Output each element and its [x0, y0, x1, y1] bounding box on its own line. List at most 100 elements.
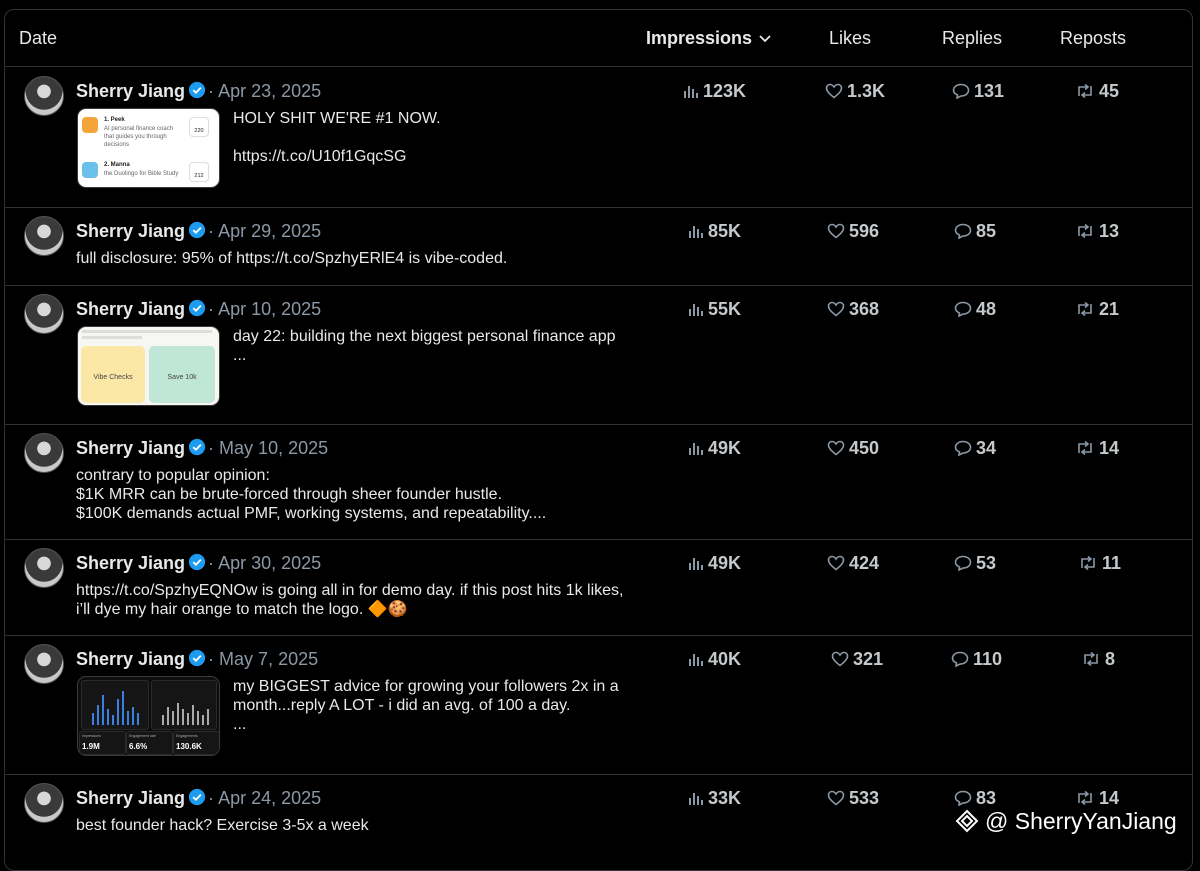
- post-date: · May 7, 2025: [208, 649, 319, 669]
- column-header-reposts[interactable]: Reposts: [1060, 28, 1126, 49]
- column-header-impressions[interactable]: Impressions: [646, 28, 772, 49]
- author-name[interactable]: Sherry Jiang: [76, 788, 185, 808]
- likes-metric[interactable]: 1.3K: [825, 81, 885, 102]
- analytics-table: Date Impressions Likes Replies Reposts S…: [4, 9, 1193, 871]
- bar-chart-icon: [689, 443, 703, 455]
- verified-badge-icon: [188, 553, 206, 571]
- impressions-metric[interactable]: 85K: [688, 221, 741, 242]
- post-date: · Apr 10, 2025: [208, 299, 322, 319]
- table-row[interactable]: Sherry Jiang · Apr 23, 2025 1. Peek AI pe…: [5, 67, 1192, 208]
- post-text[interactable]: HOLY SHIT WE'RE #1 NOW. https://t.co/U10…: [233, 109, 653, 166]
- bar-chart-icon: [689, 226, 703, 238]
- likes-metric[interactable]: 533: [827, 788, 879, 809]
- card-vibe-checks: Vibe Checks: [81, 346, 145, 403]
- card-save-10k: Save 10k: [149, 346, 215, 403]
- avatar[interactable]: [24, 783, 64, 823]
- post-image-thumbnail[interactable]: 1. Peek AI personal finance coach that g…: [77, 108, 220, 188]
- reposts-metric[interactable]: 8: [1081, 649, 1115, 670]
- replies-metric[interactable]: 34: [954, 438, 996, 459]
- column-header-likes[interactable]: Likes: [829, 28, 871, 49]
- table-row[interactable]: Sherry Jiang · Apr 30, 2025 https://t.co/…: [5, 539, 1192, 636]
- post-text[interactable]: https://t.co/SpzhyEQNOw is going all in …: [76, 581, 636, 619]
- verified-badge-icon: [188, 788, 206, 806]
- author-name[interactable]: Sherry Jiang: [76, 299, 185, 319]
- post-text[interactable]: my BIGGEST advice for growing your follo…: [233, 677, 653, 734]
- post-text[interactable]: day 22: building the next biggest person…: [233, 327, 653, 365]
- replies-metric[interactable]: 110: [951, 649, 1002, 670]
- verified-badge-icon: [188, 81, 206, 99]
- avatar[interactable]: [24, 76, 64, 116]
- impressions-metric[interactable]: 40K: [688, 649, 741, 670]
- impressions-metric[interactable]: 123K: [683, 81, 746, 102]
- chart-pane: [81, 680, 149, 730]
- author-name[interactable]: Sherry Jiang: [76, 438, 185, 458]
- table-row[interactable]: Sherry Jiang · May 7, 2025 Impressions 1.…: [5, 635, 1192, 775]
- repost-icon: [1078, 301, 1092, 317]
- post-date: · Apr 23, 2025: [208, 81, 322, 101]
- impressions-metric[interactable]: 49K: [688, 438, 741, 459]
- avatar[interactable]: [24, 216, 64, 256]
- reposts-metric[interactable]: 21: [1075, 299, 1119, 320]
- watermark: @ SherryYanJiang: [955, 808, 1177, 835]
- verified-badge-icon: [188, 299, 206, 317]
- avatar[interactable]: [24, 294, 64, 334]
- table-row[interactable]: Sherry Jiang · Apr 10, 2025 Vibe Checks S…: [5, 285, 1192, 425]
- verified-badge-icon: [188, 649, 206, 667]
- heart-icon: [825, 83, 843, 99]
- replies-metric[interactable]: 131: [952, 81, 1004, 102]
- repost-icon: [1081, 555, 1095, 571]
- impressions-metric[interactable]: 55K: [688, 299, 741, 320]
- stat-card: Engagements 130.6K: [173, 731, 219, 755]
- bar-chart-icon: [689, 793, 703, 805]
- author-name[interactable]: Sherry Jiang: [76, 649, 185, 669]
- column-header-replies[interactable]: Replies: [942, 28, 1002, 49]
- replies-metric[interactable]: 48: [954, 299, 996, 320]
- author-name[interactable]: Sherry Jiang: [76, 221, 185, 241]
- post-text[interactable]: full disclosure: 95% of https://t.co/Spz…: [76, 249, 636, 268]
- replies-metric[interactable]: 85: [954, 221, 996, 242]
- likes-metric[interactable]: 424: [827, 553, 879, 574]
- reply-icon: [954, 223, 972, 240]
- heart-icon: [827, 555, 845, 571]
- likes-metric[interactable]: 596: [827, 221, 879, 242]
- reposts-metric[interactable]: 11: [1078, 553, 1121, 574]
- post-text[interactable]: best founder hack? Exercise 3-5x a week: [76, 816, 636, 835]
- table-row[interactable]: Sherry Jiang · Apr 29, 2025 full disclosu…: [5, 207, 1192, 286]
- likes-metric[interactable]: 450: [827, 438, 879, 459]
- chevron-down-icon: [759, 35, 771, 43]
- repost-icon: [1078, 223, 1092, 239]
- post-image-thumbnail[interactable]: Vibe Checks Save 10k: [77, 326, 220, 406]
- reposts-metric[interactable]: 45: [1075, 81, 1119, 102]
- column-header-date[interactable]: Date: [19, 28, 57, 49]
- likes-metric[interactable]: 368: [827, 299, 879, 320]
- likes-metric[interactable]: 321: [831, 649, 883, 670]
- replies-metric[interactable]: 53: [954, 553, 996, 574]
- table-row[interactable]: Sherry Jiang · May 10, 2025 contrary to p…: [5, 424, 1192, 540]
- impressions-metric[interactable]: 49K: [688, 553, 741, 574]
- heart-icon: [831, 651, 849, 667]
- reposts-metric[interactable]: 14: [1075, 438, 1119, 459]
- post-text[interactable]: contrary to popular opinion: $1K MRR can…: [76, 466, 636, 523]
- post-date: · Apr 24, 2025: [208, 788, 322, 808]
- reply-icon: [952, 83, 970, 100]
- reposts-metric[interactable]: 13: [1075, 221, 1119, 242]
- avatar[interactable]: [24, 548, 64, 588]
- reposts-metric[interactable]: 14: [1075, 788, 1119, 809]
- avatar[interactable]: [24, 433, 64, 473]
- reply-icon: [954, 440, 972, 457]
- author-name[interactable]: Sherry Jiang: [76, 553, 185, 573]
- replies-metric[interactable]: 83: [954, 788, 996, 809]
- author-name[interactable]: Sherry Jiang: [76, 81, 185, 101]
- repost-icon: [1078, 440, 1092, 456]
- reply-icon: [954, 790, 972, 807]
- post-date: · May 10, 2025: [208, 438, 329, 458]
- reply-icon: [954, 555, 972, 572]
- impressions-metric[interactable]: 33K: [688, 788, 741, 809]
- heart-icon: [827, 790, 845, 806]
- table-header: Date Impressions Likes Replies Reposts: [5, 10, 1192, 67]
- avatar[interactable]: [24, 644, 64, 684]
- reply-icon: [954, 301, 972, 318]
- post-image-thumbnail[interactable]: Impressions 1.9M Engagement rate 6.6% En…: [77, 676, 220, 756]
- heart-icon: [827, 301, 845, 317]
- heart-icon: [827, 440, 845, 456]
